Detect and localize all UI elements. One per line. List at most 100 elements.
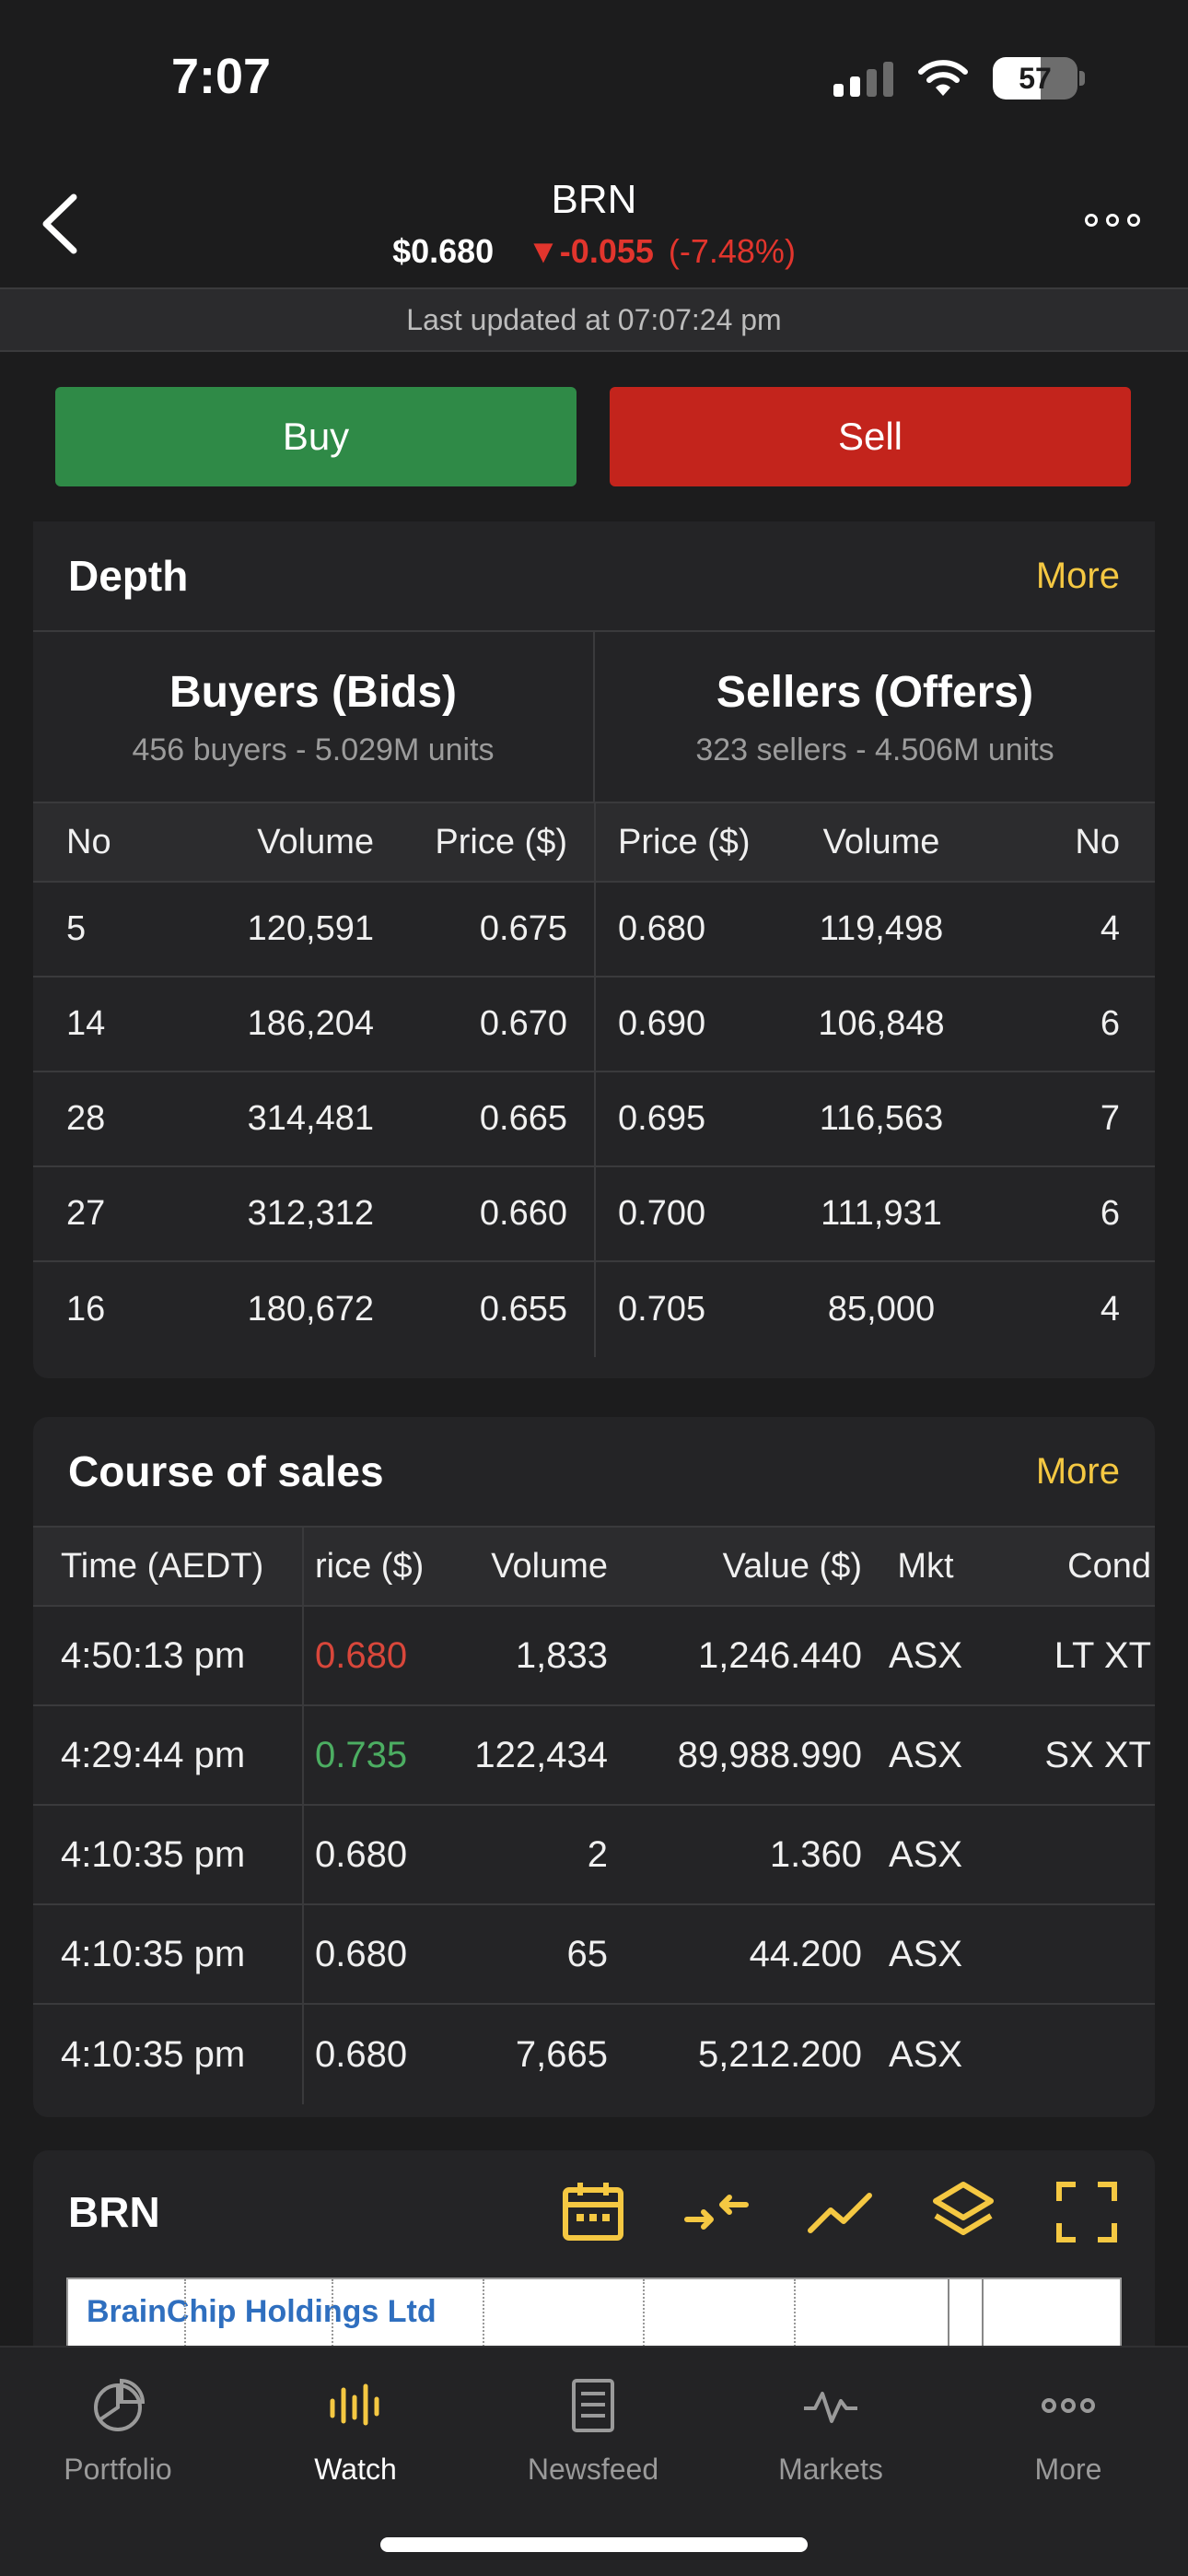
tab-more[interactable]: More — [976, 2377, 1160, 2487]
bid-volume: 186,204 — [247, 1004, 374, 1043]
bid-count: 28 — [66, 1099, 106, 1138]
ask-price: 0.690 — [618, 1004, 706, 1043]
col-header-value: Value ($) — [722, 1546, 862, 1586]
more-options-icon[interactable] — [1085, 214, 1140, 227]
bid-price: 0.675 — [479, 909, 567, 948]
signal-icon — [833, 60, 893, 97]
col-header-price: rice ($) — [315, 1546, 425, 1586]
trade-value: 89,988.990 — [677, 1734, 862, 1775]
ask-count: 6 — [1100, 1194, 1120, 1233]
trade-time: 4:50:13 pm — [33, 1607, 304, 1704]
cos-header-row: Time (AEDT) rice ($) Volume Value ($) Mk… — [33, 1528, 1155, 1607]
bid-price: 0.655 — [479, 1290, 567, 1329]
trade-volume: 65 — [566, 1933, 609, 1974]
trade-volume: 2 — [587, 1833, 608, 1875]
bid-count: 16 — [66, 1290, 106, 1329]
portfolio-icon — [94, 2378, 146, 2431]
tab-newsfeed[interactable]: Newsfeed — [501, 2377, 685, 2487]
price-row: $0.680 ▼-0.055 (-7.48%) — [0, 232, 1188, 271]
depth-row: 28 314,481 0.665 0.695 116,563 7 — [33, 1072, 1155, 1167]
bid-count: 27 — [66, 1194, 106, 1233]
fullscreen-icon[interactable] — [1054, 2179, 1120, 2245]
home-indicator — [380, 2537, 808, 2552]
trade-time: 4:10:35 pm — [33, 1905, 304, 2003]
trade-market: ASX — [888, 1734, 963, 1775]
trade-row: 4:10:35 pm 0.680 2 1.360 ASX — [33, 1806, 1155, 1905]
stock-symbol: BRN — [551, 177, 637, 222]
depth-header-row: No Volume Price ($) Price ($) Volume No — [33, 803, 1155, 883]
chart-card: BRN BrainChip Holdings Ltd — [33, 2150, 1155, 2353]
bid-volume: 312,312 — [247, 1194, 374, 1233]
depth-row: 14 186,204 0.670 0.690 106,848 6 — [33, 978, 1155, 1072]
col-header-price: Price ($) — [618, 822, 751, 861]
depth-card: Depth More Buyers (Bids) 456 buyers - 5.… — [33, 521, 1155, 1378]
buy-button[interactable]: Buy — [55, 387, 577, 486]
ask-volume: 116,563 — [819, 1099, 944, 1138]
ask-count: 7 — [1100, 1099, 1120, 1138]
col-header-market: Mkt — [897, 1546, 954, 1586]
trade-condition: SX XT — [1044, 1734, 1151, 1775]
trade-condition: LT XT — [1054, 1634, 1151, 1676]
trade-price: 0.680 — [315, 1833, 408, 1875]
tab-markets-label: Markets — [778, 2453, 883, 2486]
col-header-volume: Volume — [257, 822, 374, 861]
ask-price: 0.700 — [618, 1194, 706, 1233]
ask-count: 4 — [1100, 909, 1120, 948]
tab-portfolio[interactable]: Portfolio — [26, 2377, 210, 2487]
trade-value: 5,212.200 — [698, 2033, 862, 2075]
trend-line-icon[interactable] — [807, 2179, 873, 2245]
trade-value: 44.200 — [749, 1933, 862, 1974]
last-price: $0.680 — [392, 232, 495, 270]
chart-preview[interactable]: BrainChip Holdings Ltd — [66, 2277, 1122, 2353]
last-updated: Last updated at 07:07:24 pm — [0, 287, 1188, 352]
depth-row: 16 180,672 0.655 0.705 85,000 4 — [33, 1262, 1155, 1357]
wifi-icon — [918, 60, 968, 96]
col-header-volume: Volume — [822, 822, 940, 861]
trade-value: 1,246.440 — [698, 1634, 862, 1676]
trade-market: ASX — [888, 1634, 963, 1676]
tab-newsfeed-label: Newsfeed — [527, 2453, 659, 2486]
depth-title: Depth — [68, 552, 189, 600]
ask-price: 0.695 — [618, 1099, 706, 1138]
status-time: 7:07 — [171, 49, 272, 104]
watch-icon — [330, 2383, 379, 2426]
battery-level: 57 — [1019, 61, 1052, 95]
ask-volume: 119,498 — [819, 909, 944, 948]
trade-volume: 7,665 — [515, 2033, 608, 2075]
tab-more-label: More — [1034, 2453, 1102, 2486]
depth-more-link[interactable]: More — [1036, 556, 1120, 597]
course-of-sales-more-link[interactable]: More — [1036, 1451, 1120, 1493]
tab-portfolio-label: Portfolio — [64, 2453, 172, 2486]
chart-symbol: BRN — [68, 2188, 160, 2236]
newsfeed-icon — [572, 2379, 614, 2432]
trade-time: 4:29:44 pm — [33, 1706, 304, 1804]
price-change: ▼-0.055 — [527, 232, 654, 270]
bid-volume: 180,672 — [247, 1290, 374, 1329]
trade-volume: 122,434 — [474, 1734, 608, 1775]
trade-market: ASX — [888, 2033, 963, 2075]
status-icons: 57 — [833, 57, 1085, 100]
tab-watch-label: Watch — [314, 2453, 397, 2486]
trade-row: 4:10:35 pm 0.680 65 44.200 ASX — [33, 1905, 1155, 2005]
course-of-sales-title: Course of sales — [68, 1447, 384, 1495]
ask-volume: 85,000 — [827, 1290, 936, 1329]
tab-watch[interactable]: Watch — [263, 2377, 448, 2487]
bid-price: 0.665 — [479, 1099, 567, 1138]
sell-button[interactable]: Sell — [610, 387, 1131, 486]
trade-row: 4:50:13 pm 0.680 1,833 1,246.440 ASX LT XT — [33, 1607, 1155, 1706]
depth-row: 5 120,591 0.675 0.680 119,498 4 — [33, 883, 1155, 978]
markets-icon — [804, 2392, 857, 2423]
calendar-icon[interactable] — [560, 2179, 626, 2245]
trade-volume: 1,833 — [515, 1634, 608, 1676]
buyers-summary: Buyers (Bids) 456 buyers - 5.029M units — [33, 632, 593, 802]
trade-time: 4:10:35 pm — [33, 2005, 304, 2104]
bid-count: 14 — [66, 1004, 106, 1043]
ask-volume: 106,848 — [818, 1004, 945, 1043]
ask-price: 0.705 — [618, 1290, 706, 1329]
tab-markets[interactable]: Markets — [739, 2377, 923, 2487]
compare-icon[interactable] — [683, 2179, 750, 2245]
col-header-no: No — [1075, 822, 1120, 861]
sellers-subtitle: 323 sellers - 4.506M units — [695, 732, 1054, 767]
bid-price: 0.660 — [479, 1194, 567, 1233]
layers-icon[interactable] — [930, 2179, 996, 2245]
